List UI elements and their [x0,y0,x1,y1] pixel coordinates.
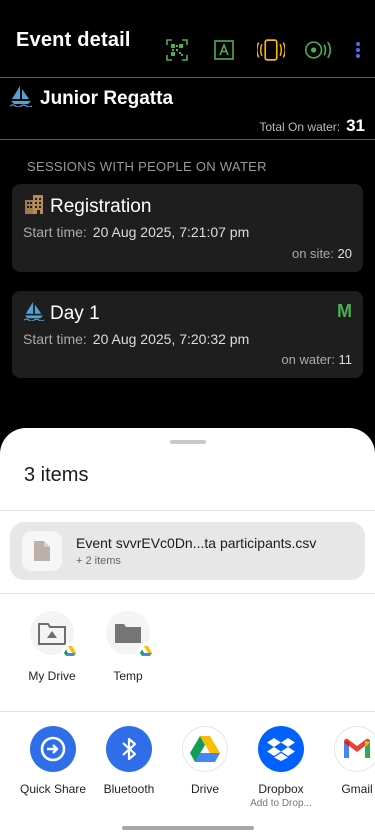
session-name: Registration [50,195,152,217]
quick-share-icon [30,726,76,772]
sessions-heading: SESSIONS WITH PEOPLE ON WATER [27,159,267,174]
count-value: 11 [338,352,353,367]
dropbox-icon [258,726,304,772]
file-preview: Event svvrEVc0Dn...ta participants.csv +… [10,522,365,580]
page-title: Event detail [16,28,131,51]
auto-text-icon[interactable] [210,36,238,64]
drag-handle[interactable] [170,440,206,444]
app-bar: Event detail [0,0,375,78]
app-label: Drive [190,782,219,796]
sailboat-icon [9,85,33,112]
app-label: Quick Share [19,782,87,796]
building-icon [24,194,44,219]
google-drive-icon [182,726,228,772]
start-value: 20 Aug 2025, 7:21:07 pm [92,224,250,240]
app-label: Gmail [341,782,373,796]
drive-badge-icon [62,643,78,659]
start-label: Start time: [23,224,87,240]
app-bluetooth[interactable]: Bluetooth [89,726,169,796]
session-start: Start time: 20 Aug 2025, 7:20:32 pm [23,331,249,347]
app-label: Bluetooth [103,782,155,796]
session-start: Start time: 20 Aug 2025, 7:21:07 pm [23,224,249,240]
event-title-row: Junior Regatta [9,85,174,112]
app-drive[interactable]: Drive [165,726,245,796]
app-gmail[interactable]: Gmail [317,726,375,796]
folder-icon [106,611,154,659]
session-count: on water: 11 [281,352,352,367]
target-label: My Drive [28,669,76,683]
app-dropbox[interactable]: Dropbox Add to Drop... [241,726,321,809]
file-name: Event svvrEVc0Dn...ta participants.csv [76,535,317,551]
qr-scan-icon[interactable] [163,36,191,64]
gmail-icon [334,726,375,772]
count-label: on site: [291,246,334,261]
file-icon [22,531,62,571]
share-sheet-title: 3 items [24,464,89,486]
app-label: Dropbox [258,782,304,796]
more-vert-icon[interactable] [351,36,365,64]
bluetooth-icon [106,726,152,772]
drive-badge-icon [138,643,154,659]
gesture-nav-bar[interactable] [122,826,254,830]
session-name: Day 1 [50,302,100,324]
phone-vibrate-icon[interactable] [257,36,285,64]
event-name: Junior Regatta [40,87,174,109]
nfc-signal-icon[interactable] [304,36,332,64]
app-sublabel: Add to Drop... [250,798,312,809]
start-label: Start time: [23,331,87,347]
session-card-day-1[interactable]: Day 1 M Start time: 20 Aug 2025, 7:20:32 … [12,291,363,378]
total-value: 31 [346,116,365,135]
sailboat-icon [23,301,45,326]
session-count: on site: 20 [292,246,352,261]
app-quick-share[interactable]: Quick Share [13,726,93,796]
divider [0,711,375,712]
count-label: on water: [281,352,335,367]
session-title-row: Day 1 [23,301,100,326]
total-on-water: Total On water: 31 [259,116,365,136]
event-divider [0,139,375,140]
session-title-row: Registration [24,194,151,219]
divider [0,593,375,594]
target-temp[interactable]: Temp [88,611,168,683]
target-my-drive[interactable]: My Drive [12,611,92,683]
target-label: Temp [113,669,143,683]
event-header: Junior Regatta Total On water: 31 [0,79,375,140]
session-badge: M [337,301,352,321]
more-items: + 2 items [76,555,121,567]
shared-folder-icon [30,611,78,659]
divider [0,510,375,511]
header-divider [0,77,375,78]
session-card-registration[interactable]: Registration Start time: 20 Aug 2025, 7:2… [12,184,363,272]
app-bar-actions [163,36,365,64]
start-value: 20 Aug 2025, 7:20:32 pm [92,331,250,347]
count-value: 20 [337,246,352,261]
total-label: Total On water: [259,120,341,134]
